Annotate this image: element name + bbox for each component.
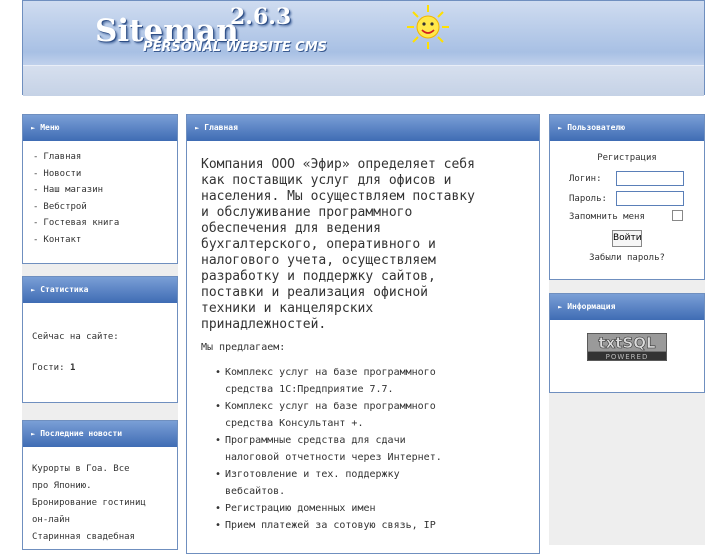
guests-count: 1 xyxy=(69,363,76,373)
left-gap-stripe xyxy=(22,403,178,420)
intro-line: обеспечения для ведения xyxy=(201,221,382,236)
user-panel-title: Пользователю xyxy=(567,123,626,132)
arrow-right-icon: ► xyxy=(558,124,563,132)
menu-item-label[interactable]: Новости xyxy=(43,169,81,179)
main-panel-header: ► Главная xyxy=(187,115,539,141)
forgot-password-link[interactable]: Забыли пароль? xyxy=(550,253,704,263)
menu-item-label[interactable]: Контакт xyxy=(43,235,81,245)
news-item-line[interactable]: Старинная свадебная xyxy=(32,529,169,546)
site-version: 2.6.3 xyxy=(230,4,292,30)
info-panel: ► Информация txtSQL POWERED xyxy=(549,293,705,393)
register-link[interactable]: Регистрация xyxy=(550,153,704,163)
arrow-right-icon: ► xyxy=(195,124,200,132)
user-panel: ► Пользователю Регистрация Логин: Пароль:… xyxy=(549,114,705,280)
guests-row: Гости: 1 xyxy=(23,363,75,373)
txtsql-badge[interactable]: txtSQL POWERED xyxy=(587,333,667,361)
menu-item-shop[interactable]: - Наш магазин xyxy=(33,182,177,199)
badge-text: txtSQL xyxy=(598,334,656,352)
guests-label: Гости: xyxy=(32,363,65,373)
menu-item-webstroy[interactable]: - Вебстрой xyxy=(33,199,177,216)
online-label: Сейчас на сайте: xyxy=(32,332,119,342)
offer-item: Комплекс услуг на базе программногосредс… xyxy=(215,364,533,398)
menu-item-home[interactable]: - Главная xyxy=(33,149,177,166)
intro-line: населения. Мы осуществляем поставку xyxy=(201,189,475,204)
offer-item: Программные средства для сдачиналоговой … xyxy=(215,432,533,466)
info-panel-title: Информация xyxy=(567,302,616,311)
menu-item-label[interactable]: Вебстрой xyxy=(43,202,86,212)
menu-item-label[interactable]: Главная xyxy=(43,152,81,162)
remember-checkbox[interactable] xyxy=(672,210,683,221)
news-panel-header: ► Последние новости xyxy=(23,421,177,447)
sun-icon xyxy=(407,5,449,49)
menu-item-contact[interactable]: - Контакт xyxy=(33,232,177,249)
badge-subtext: POWERED xyxy=(606,353,649,361)
news-list: Курорты в Гоа. Все про Японию. Бронирова… xyxy=(23,447,177,546)
remember-label: Запомнить меня xyxy=(569,212,645,222)
menu-panel-header: ► Меню xyxy=(23,115,177,141)
user-panel-header: ► Пользователю xyxy=(550,115,704,141)
offer-item: Регистрацию доменных имен xyxy=(215,500,533,517)
intro-line: налогового учета, осуществляем xyxy=(201,253,436,268)
header-band xyxy=(23,65,704,96)
news-item-line[interactable]: Курорты в Гоа. Все xyxy=(32,461,169,478)
menu-item-label[interactable]: Гостевая книга xyxy=(43,218,119,228)
right-gap-stripe xyxy=(549,280,705,293)
news-item-line[interactable]: Бронирование гостиниц xyxy=(32,495,169,512)
menu-list: - Главная - Новости - Наш магазин - Вебстрой… xyxy=(23,141,177,248)
offer-item: Прием платежей за сотовую связь, IP xyxy=(215,517,533,534)
site-tagline: PERSONAL WEBSITE CMS xyxy=(143,40,328,55)
login-input[interactable] xyxy=(616,171,684,186)
info-panel-header: ► Информация xyxy=(550,294,704,320)
login-label: Логин: xyxy=(569,174,602,184)
arrow-right-icon: ► xyxy=(31,430,36,438)
offer-list: Комплекс услуг на базе программногосредс… xyxy=(187,364,539,534)
site-header: Siteman 2.6.3 PERSONAL WEBSITE CMS xyxy=(22,0,705,96)
right-gap-stripe xyxy=(549,393,705,545)
stats-panel-title: Статистика xyxy=(40,285,89,294)
menu-panel-title: Меню xyxy=(40,123,60,132)
intro-line: поставки и реализация офисной xyxy=(201,285,428,300)
offer-heading: Мы предлагаем: xyxy=(201,342,286,353)
stats-panel-header: ► Статистика xyxy=(23,277,177,303)
intro-line: и обслуживание программного xyxy=(201,205,413,220)
arrow-right-icon: ► xyxy=(558,303,563,311)
news-panel-title: Последние новости xyxy=(40,429,123,438)
intro-line: принадлежностей. xyxy=(201,317,327,332)
arrow-right-icon: ► xyxy=(31,124,36,132)
intro-line: как поставщик услуг для офисов и xyxy=(201,173,452,188)
menu-panel: ► Меню - Главная - Новости - Наш магазин - Ве… xyxy=(22,114,178,264)
arrow-right-icon: ► xyxy=(31,286,36,294)
news-panel: ► Последние новости Курорты в Гоа. Все пр… xyxy=(22,420,178,550)
password-input[interactable] xyxy=(616,191,684,206)
intro-line: бухгалтерского, оперативного и xyxy=(201,237,436,252)
offer-item: Комплекс услуг на базе программногосредс… xyxy=(215,398,533,432)
offer-item: Изготовление и тех. поддержкувебсайтов. xyxy=(215,466,533,500)
intro-line: разработку и поддержку сайтов, xyxy=(201,269,436,284)
news-item-line[interactable]: он-лайн xyxy=(32,512,169,529)
left-gap-stripe xyxy=(22,264,178,276)
menu-item-guestbook[interactable]: - Гостевая книга xyxy=(33,215,177,232)
menu-item-news[interactable]: - Новости xyxy=(33,166,177,183)
menu-item-label[interactable]: Наш магазин xyxy=(43,185,103,195)
stats-panel: ► Статистика Сейчас на сайте: Гости: 1 xyxy=(22,276,178,403)
news-item-line[interactable]: про Японию. xyxy=(32,478,169,495)
intro-line: техники и канцелярских xyxy=(201,301,374,316)
login-button[interactable]: Войти xyxy=(612,230,642,247)
main-panel: ► Главная Компания ООО «Эфир» определяет … xyxy=(186,114,540,554)
intro-text: Компания ООО «Эфир» определяет себя как … xyxy=(187,141,539,333)
main-panel-title: Главная xyxy=(204,123,238,132)
intro-line: Компания ООО «Эфир» определяет себя xyxy=(201,157,475,172)
password-label: Пароль: xyxy=(569,194,607,204)
